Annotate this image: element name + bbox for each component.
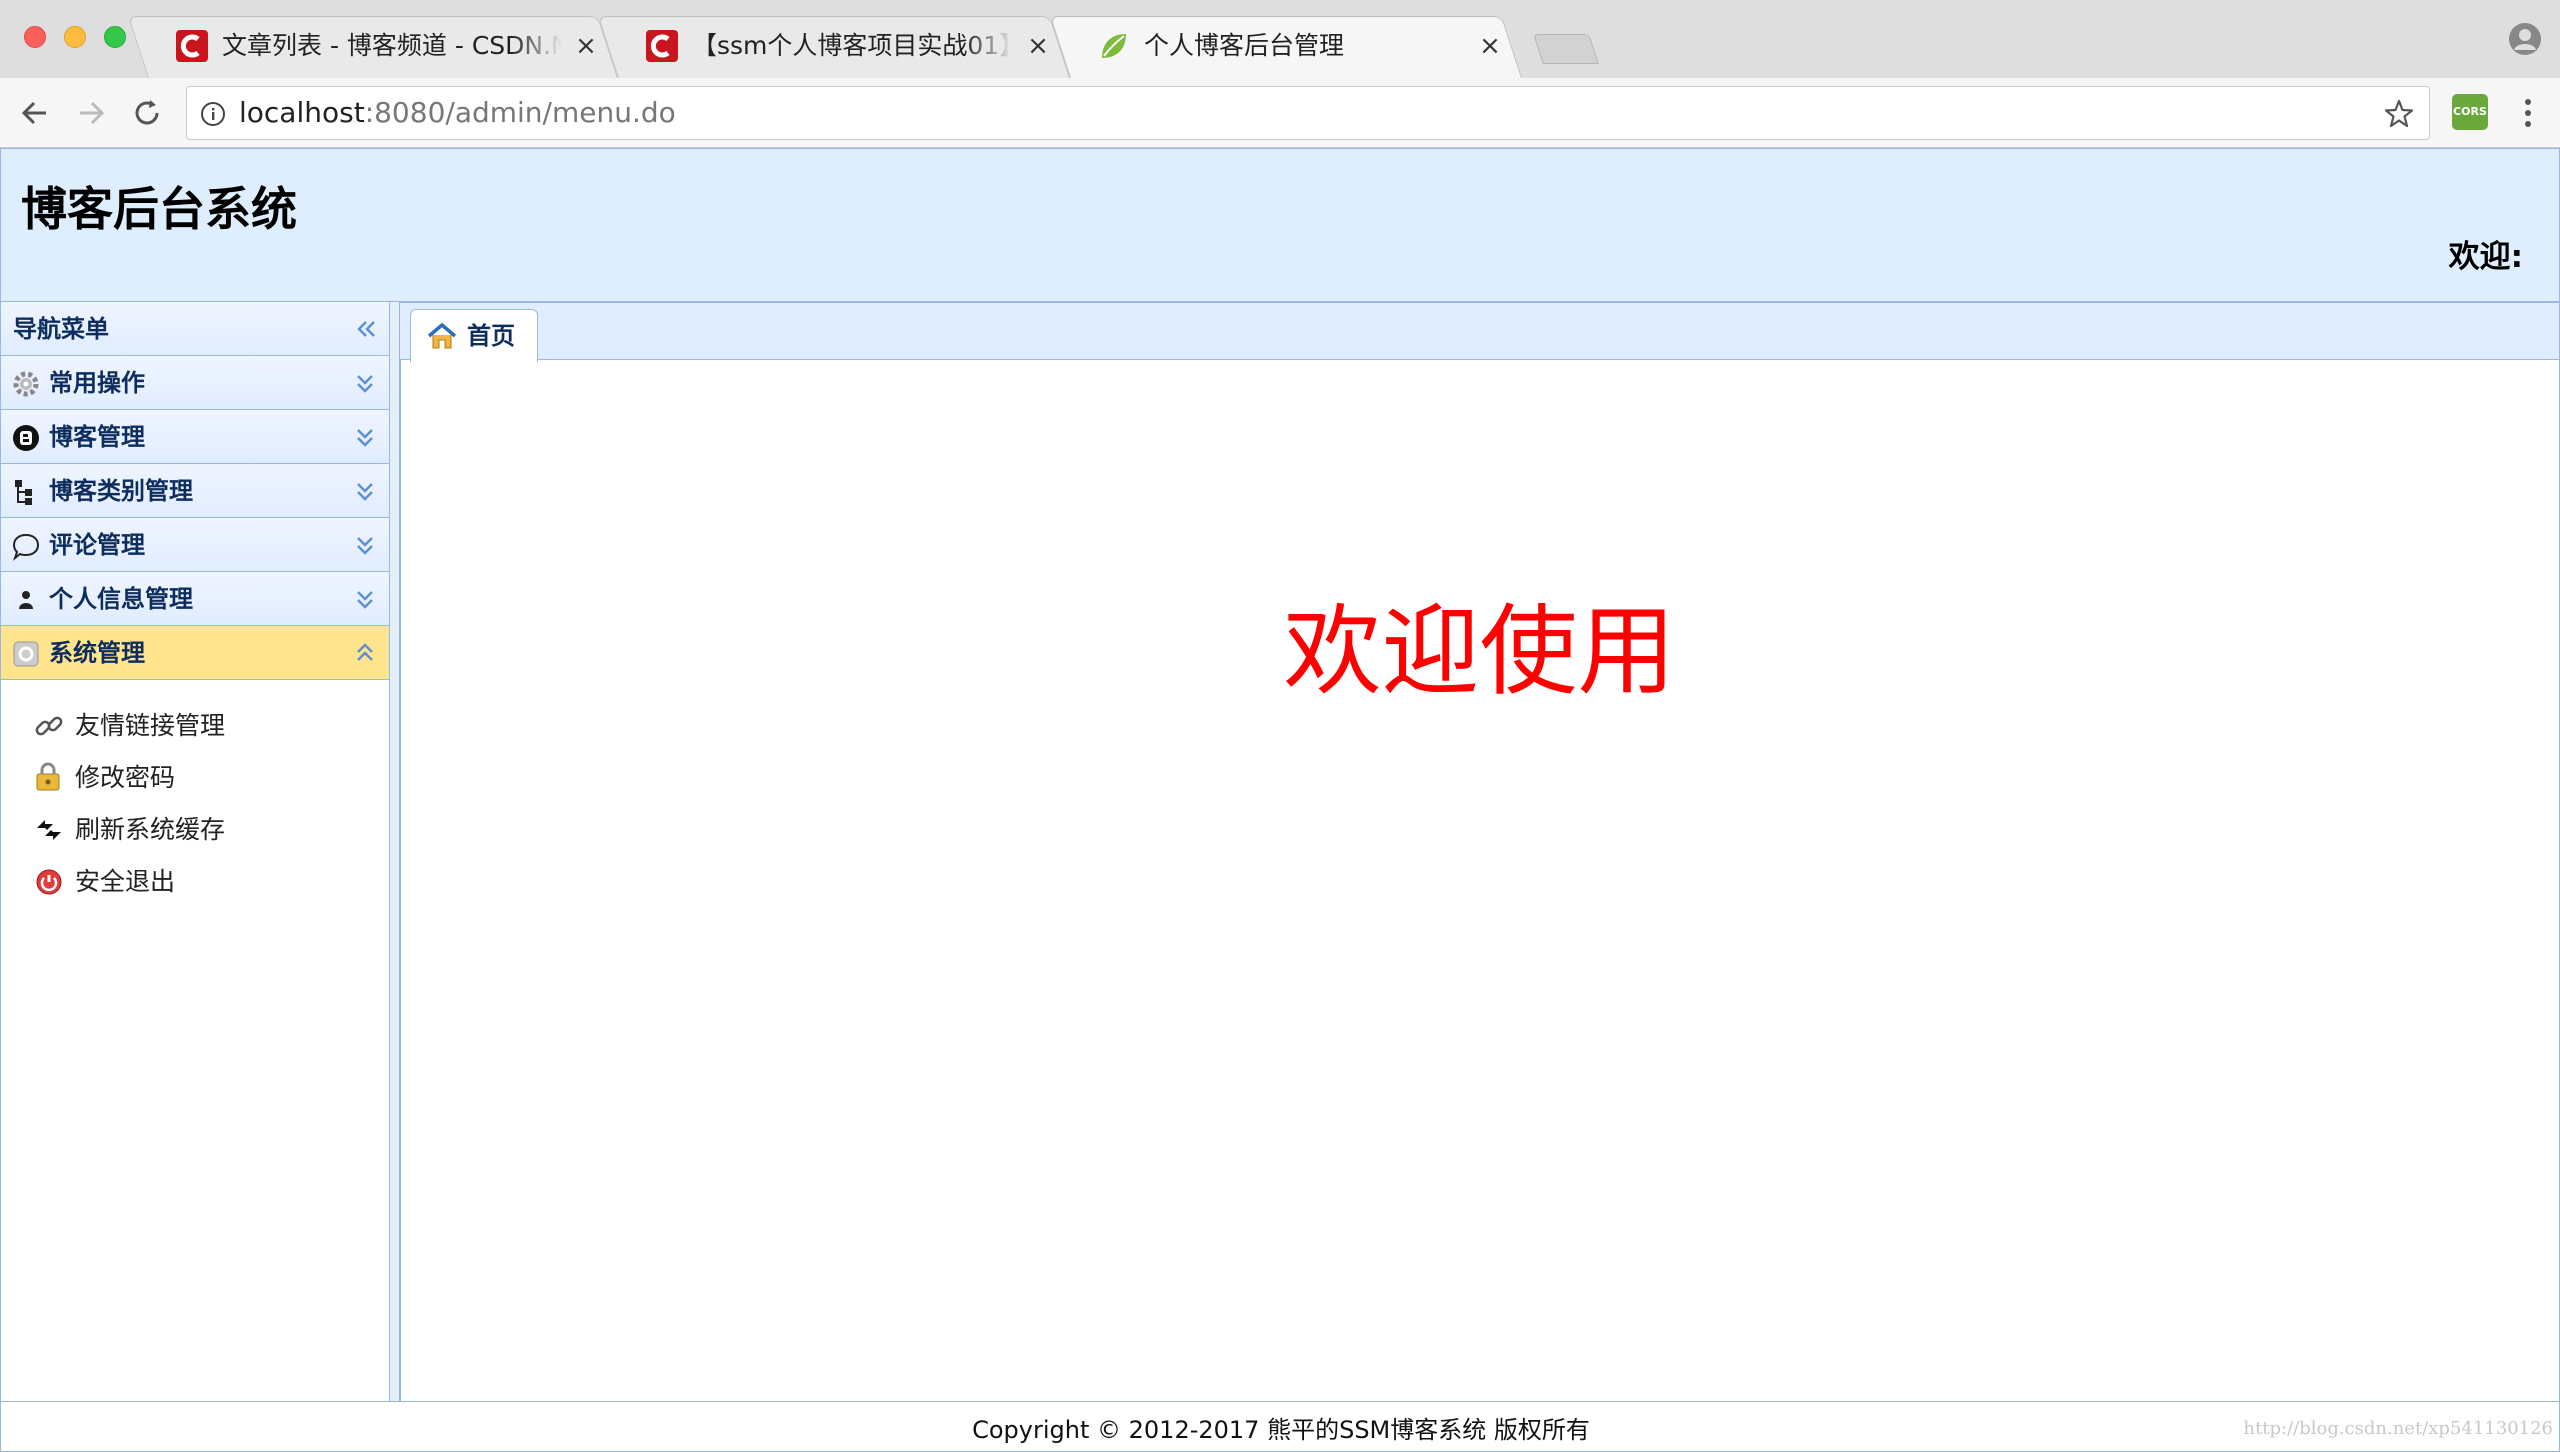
watermark-text: http://blog.csdn.net/xp541130126 [2243, 1418, 2553, 1439]
browser-toolbar: localhost:8080/admin/menu.do CORS [0, 78, 2560, 148]
csdn-icon [176, 30, 208, 62]
nav-panel-title: 导航菜单 [13, 315, 109, 343]
nav-item-label: 安全退出 [75, 867, 176, 896]
content-tabs-bar: 首页 [400, 302, 2559, 362]
nav-section-label: 评论管理 [49, 531, 145, 559]
browser-tab-ssm-article[interactable]: 【ssm个人博客项目实战01】SSM × [597, 16, 1070, 78]
welcome-user-text: 欢迎: [2448, 239, 2523, 275]
tab-close-icon[interactable]: × [572, 30, 600, 62]
nav-section-system-mgmt[interactable]: 系统管理 [1, 626, 389, 680]
app-header: 博客后台系统 欢迎: [0, 148, 2560, 302]
exit-icon [36, 869, 62, 895]
nav-section-profile-mgmt[interactable]: 个人信息管理 [1, 572, 389, 626]
nav-section-label: 个人信息管理 [49, 585, 193, 613]
nav-item-label: 友情链接管理 [75, 711, 226, 740]
nav-section-common-ops[interactable]: 常用操作 [1, 356, 389, 410]
back-arrow-icon[interactable] [16, 94, 54, 132]
app-title: 博客后台系统 [21, 182, 297, 236]
home-icon [427, 323, 457, 349]
tab-body [400, 360, 2559, 1402]
layout-splitter[interactable] [390, 302, 400, 1402]
refresh-icon [37, 820, 61, 840]
tab-home[interactable]: 首页 [410, 309, 538, 362]
profile-icon[interactable] [2508, 22, 2542, 56]
comment-icon [12, 533, 40, 561]
url-text: localhost:8080/admin/menu.do [239, 96, 676, 129]
user-icon [19, 591, 33, 609]
system-icon [13, 641, 39, 667]
nav-section-label: 常用操作 [49, 369, 145, 397]
spring-leaf-icon [1102, 34, 1126, 58]
nav-section-label: 博客类别管理 [49, 477, 193, 505]
csdn-icon [646, 30, 678, 62]
tab-close-icon[interactable]: × [1024, 30, 1052, 62]
chevron-double-down-icon[interactable] [351, 422, 379, 452]
site-info-icon[interactable] [199, 100, 227, 128]
tab-title: 文章列表 - 博客频道 - CSDN.NET [222, 31, 562, 60]
chevron-double-up-icon[interactable] [351, 638, 379, 668]
window-zoom-button[interactable] [104, 26, 126, 48]
nav-item-friend-links[interactable]: 友情链接管理 [33, 704, 373, 748]
chevron-double-down-icon[interactable] [351, 368, 379, 398]
blog-b-icon [13, 425, 39, 451]
copyright-text: Copyright © 2012-2017 熊平的SSM博客系统 版权所有 [972, 1416, 1590, 1444]
nav-section-label: 系统管理 [49, 639, 145, 667]
gear-icon [13, 371, 39, 397]
nav-item-label: 刷新系统缓存 [75, 815, 226, 844]
nav-section-category-mgmt[interactable]: 博客类别管理 [1, 464, 389, 518]
window-close-button[interactable] [24, 26, 46, 48]
chevron-double-down-icon[interactable] [351, 476, 379, 506]
address-bar[interactable]: localhost:8080/admin/menu.do [186, 86, 2430, 140]
tab-close-icon[interactable]: × [1476, 30, 1504, 62]
nav-item-label: 修改密码 [75, 763, 176, 792]
tree-icon [15, 480, 32, 505]
tab-home-label: 首页 [467, 322, 515, 350]
cors-extension-icon[interactable]: CORS [2452, 94, 2488, 130]
new-tab-button[interactable] [1533, 34, 1599, 64]
nav-section-comment-mgmt[interactable]: 评论管理 [1, 518, 389, 572]
nav-item-change-password[interactable]: 修改密码 [33, 756, 373, 800]
chevron-double-down-icon[interactable] [351, 530, 379, 560]
forward-arrow-icon[interactable] [72, 94, 110, 132]
browser-tab-csdn-list[interactable]: 文章列表 - 博客频道 - CSDN.NET × [127, 16, 618, 78]
nav-section-label: 博客管理 [49, 423, 145, 451]
welcome-message: 欢迎使用 [1283, 595, 1676, 709]
app-footer: Copyright © 2012-2017 熊平的SSM博客系统 版权所有 ht… [0, 1401, 2560, 1452]
browser-titlebar: 文章列表 - 博客频道 - CSDN.NET × 【ssm个人博客项目实战01】… [0, 0, 2560, 78]
nav-section-blog-mgmt[interactable]: 博客管理 [1, 410, 389, 464]
reload-icon[interactable] [128, 94, 166, 132]
tab-title: 个人博客后台管理 [1144, 31, 1345, 60]
nav-panel-header: 导航菜单 [1, 302, 389, 356]
browser-tab-blog-admin[interactable]: 个人博客后台管理 × [1049, 16, 1522, 78]
window-minimize-button[interactable] [64, 26, 86, 48]
chevron-double-down-icon[interactable] [351, 584, 379, 614]
bookmark-star-icon[interactable] [2383, 98, 2415, 130]
nav-item-logout[interactable]: 安全退出 [33, 860, 373, 904]
tab-title: 【ssm个人博客项目实战01】SSM [692, 31, 1012, 60]
nav-panel: 导航菜单 常用操作 博客管理 博客类别管理 评论管理 个人信息管理 系统管理 友… [0, 302, 390, 1402]
collapse-left-icon[interactable] [351, 314, 379, 344]
lock-icon [36, 762, 60, 791]
browser-menu-icon[interactable] [2510, 94, 2546, 132]
link-icon [35, 716, 63, 736]
nav-item-refresh-cache[interactable]: 刷新系统缓存 [33, 808, 373, 852]
content-panel: 首页 欢迎使用 [400, 302, 2560, 1402]
